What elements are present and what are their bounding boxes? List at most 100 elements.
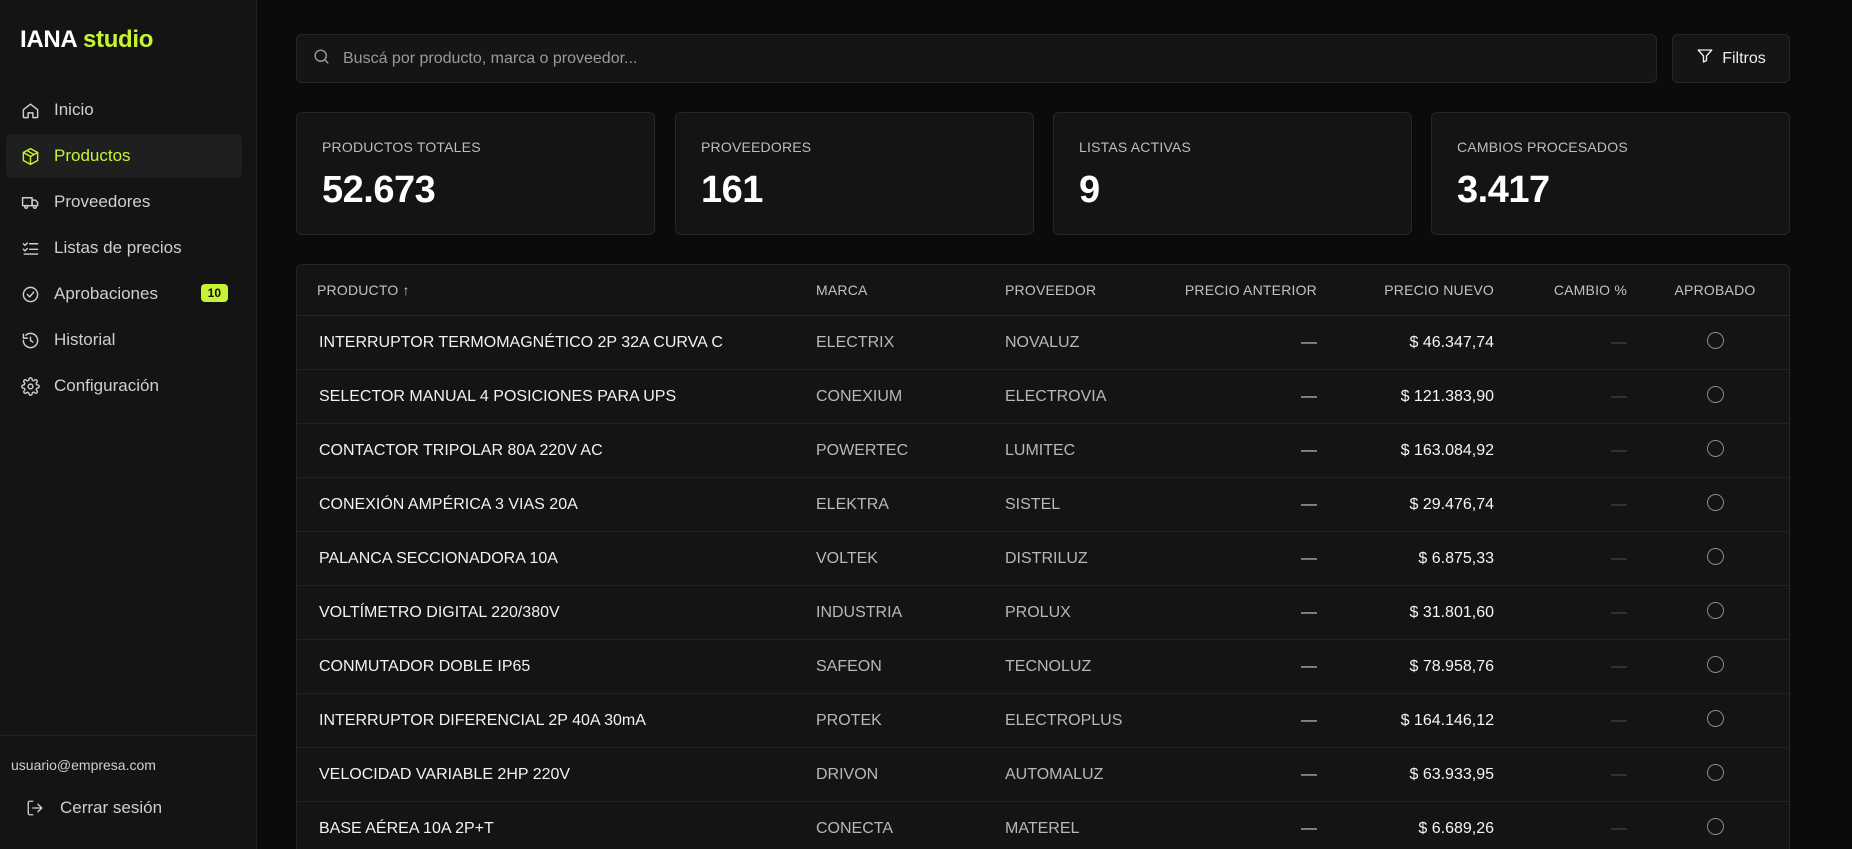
previous-price: — [1301, 603, 1317, 621]
previous-price: — [1301, 441, 1317, 459]
stat-card-proveedores: PROVEEDORES 161 [675, 112, 1034, 235]
sidebar-item-label: Configuración [54, 376, 159, 395]
change-percent: — [1611, 603, 1627, 621]
table-row[interactable]: CONEXIÓN AMPÉRICA 3 VIAS 20A ELEKTRA SISTE… [297, 478, 1789, 532]
approve-radio[interactable] [1706, 817, 1724, 835]
stat-value: 3.417 [1457, 169, 1550, 211]
header-producto[interactable]: PRODUCTO ↑ [317, 282, 410, 298]
sidebar-item-historial[interactable]: Historial [6, 318, 242, 362]
brand-accent: studio [82, 26, 154, 53]
header-cambio[interactable]: CAMBIO % [1554, 282, 1627, 298]
product-brand: POWERTEC [816, 441, 909, 459]
product-brand: VOLTEK [816, 549, 878, 567]
sidebar-item-listas[interactable]: Listas de precios [6, 226, 242, 270]
previous-price: — [1301, 819, 1317, 837]
approve-radio[interactable] [1706, 655, 1724, 673]
product-supplier: DISTRILUZ [1005, 549, 1088, 567]
previous-price: — [1301, 387, 1317, 405]
product-name: VELOCIDAD VARIABLE 2HP 220V [319, 765, 571, 783]
sidebar-item-proveedores[interactable]: Proveedores [6, 180, 242, 224]
sidebar-item-aprobaciones[interactable]: Aprobaciones 10 [6, 272, 242, 316]
brand-name: IANA [20, 26, 77, 53]
filters-label: Filtros [1722, 49, 1766, 67]
sidebar: IANA studio Inicio Productos Proveedores [0, 0, 257, 849]
product-name: BASE AÉREA 10A 2P+T [319, 819, 494, 837]
product-brand: INDUSTRIA [816, 603, 903, 621]
table-row[interactable]: INTERRUPTOR TERMOMAGNÉTICO 2P 32A CURVA … [297, 316, 1789, 370]
product-brand: CONEXIUM [816, 387, 903, 405]
product-name: INTERRUPTOR TERMOMAGNÉTICO 2P 32A CURVA … [319, 333, 723, 351]
table-row[interactable]: CONTACTOR TRIPOLAR 80A 220V AC POWERTEC LU… [297, 424, 1789, 478]
approve-cell [1659, 763, 1771, 786]
product-supplier: TECNOLUZ [1005, 657, 1092, 675]
sidebar-item-label: Proveedores [54, 192, 151, 211]
product-name: VOLTÍMETRO DIGITAL 220/380V [319, 603, 560, 621]
sidebar-item-productos[interactable]: Productos [6, 134, 242, 178]
product-brand: ELEKTRA [816, 495, 889, 513]
list-check-icon [20, 238, 40, 258]
stat-value: 161 [701, 169, 763, 211]
table-row[interactable]: PALANCA SECCIONADORA 10A VOLTEK DISTRILUZ —… [297, 532, 1789, 586]
filter-icon [1696, 47, 1722, 70]
table-row[interactable]: INTERRUPTOR DIFERENCIAL 2P 40A 30mA PROTE… [297, 694, 1789, 748]
product-supplier: LUMITEC [1005, 441, 1076, 459]
header-marca[interactable]: MARCA [816, 282, 868, 298]
new-price: $ 63.933,95 [1409, 765, 1494, 783]
table-row[interactable]: CONMUTADOR DOBLE IP65 SAFEON TECNOLUZ — $ 78… [297, 640, 1789, 694]
table-row[interactable]: VOLTÍMETRO DIGITAL 220/380V INDUSTRIA PROL… [297, 586, 1789, 640]
header-aprobado[interactable]: APROBADO [1659, 282, 1771, 298]
product-supplier: NOVALUZ [1005, 333, 1080, 351]
new-price: $ 121.383,90 [1400, 387, 1494, 405]
product-brand: SAFEON [816, 657, 882, 675]
stat-value: 9 [1079, 169, 1100, 211]
approve-radio[interactable] [1706, 547, 1724, 565]
search-bar [296, 34, 1657, 83]
change-percent: — [1611, 819, 1627, 837]
search-input[interactable] [343, 49, 1543, 68]
table-body: INTERRUPTOR TERMOMAGNÉTICO 2P 32A CURVA … [297, 316, 1789, 849]
approve-radio[interactable] [1706, 709, 1724, 727]
approve-radio[interactable] [1706, 763, 1724, 781]
new-price: $ 29.476,74 [1409, 495, 1494, 513]
approve-radio[interactable] [1706, 493, 1724, 511]
table-row[interactable]: VELOCIDAD VARIABLE 2HP 220V DRIVON AUTOMAL… [297, 748, 1789, 802]
change-percent: — [1611, 495, 1627, 513]
sidebar-item-label: Productos [54, 146, 131, 165]
approve-radio[interactable] [1706, 385, 1724, 403]
approvals-count-badge: 10 [200, 284, 228, 302]
sidebar-item-inicio[interactable]: Inicio [6, 88, 242, 132]
approve-radio[interactable] [1706, 601, 1724, 619]
brand-logo[interactable]: IANA studio [20, 26, 153, 54]
product-brand: ELECTRIX [816, 333, 895, 351]
new-price: $ 6.689,26 [1418, 819, 1494, 837]
approve-cell [1659, 601, 1771, 624]
product-name: INTERRUPTOR DIFERENCIAL 2P 40A 30mA [319, 711, 646, 729]
sidebar-footer: usuario@empresa.com Cerrar sesión [0, 735, 256, 849]
approve-radio[interactable] [1706, 439, 1724, 457]
approve-radio[interactable] [1706, 331, 1724, 349]
filters-button[interactable]: Filtros [1672, 34, 1790, 83]
table-row[interactable]: BASE AÉREA 10A 2P+T CONECTA MATEREL — $ 6.68… [297, 802, 1789, 849]
sidebar-item-label: Listas de precios [54, 238, 182, 257]
sidebar-nav: Inicio Productos Proveedores Listas de p… [6, 88, 242, 410]
header-precio-nuevo[interactable]: PRECIO NUEVO [1384, 282, 1494, 298]
logout-label: Cerrar sesión [60, 798, 163, 817]
product-supplier: MATEREL [1005, 819, 1080, 837]
header-precio-anterior[interactable]: PRECIO ANTERIOR [1185, 282, 1317, 298]
logout-button[interactable]: Cerrar sesión [26, 798, 162, 818]
package-icon [20, 146, 40, 166]
table-row[interactable]: SELECTOR MANUAL 4 POSICIONES PARA UPS CON… [297, 370, 1789, 424]
product-supplier: ELECTROPLUS [1005, 711, 1123, 729]
new-price: $ 6.875,33 [1418, 549, 1494, 567]
check-circle-icon [20, 284, 40, 304]
change-percent: — [1611, 765, 1627, 783]
approve-cell [1659, 709, 1771, 732]
header-proveedor[interactable]: PROVEEDOR [1005, 282, 1096, 298]
stat-card-cambios: CAMBIOS PROCESADOS 3.417 [1431, 112, 1790, 235]
change-percent: — [1611, 333, 1627, 351]
history-icon [20, 330, 40, 350]
product-brand: DRIVON [816, 765, 879, 783]
stat-label: CAMBIOS PROCESADOS [1457, 139, 1628, 155]
sidebar-item-configuracion[interactable]: Configuración [6, 364, 242, 408]
stat-label: PRODUCTOS TOTALES [322, 139, 481, 155]
